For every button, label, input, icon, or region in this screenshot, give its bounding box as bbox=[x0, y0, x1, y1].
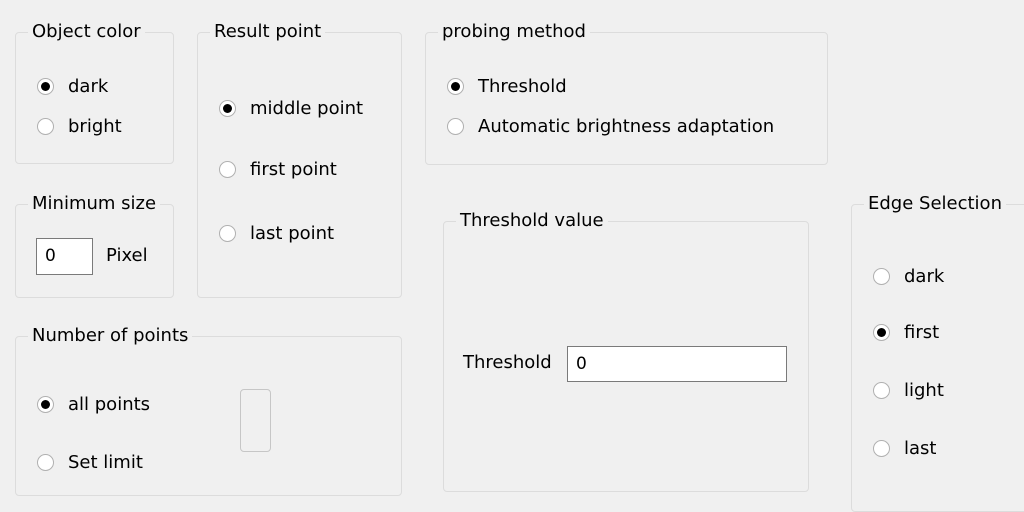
object-color-bright-radio[interactable]: bright bbox=[37, 116, 122, 137]
edge-selection-first-radio[interactable]: first bbox=[873, 322, 939, 343]
radio-indicator-icon bbox=[219, 161, 236, 178]
probing-method-title: probing method bbox=[438, 20, 590, 44]
radio-indicator-icon bbox=[219, 100, 236, 117]
radio-indicator-icon bbox=[447, 118, 464, 135]
radio-indicator-icon bbox=[37, 454, 54, 471]
radio-indicator-icon bbox=[37, 78, 54, 95]
radio-label: middle point bbox=[250, 98, 364, 119]
radio-label: Threshold bbox=[478, 76, 567, 97]
probing-method-group: probing method bbox=[425, 20, 828, 165]
radio-label: bright bbox=[68, 116, 122, 137]
radio-indicator-icon bbox=[873, 268, 890, 285]
radio-label: last bbox=[904, 438, 937, 459]
radio-label: light bbox=[904, 380, 944, 401]
radio-label: Automatic brightness adaptation bbox=[478, 116, 775, 137]
number-of-points-title: Number of points bbox=[28, 324, 193, 348]
edge-selection-last-radio[interactable]: last bbox=[873, 438, 936, 459]
radio-indicator-icon bbox=[37, 396, 54, 413]
all-points-radio[interactable]: all points bbox=[37, 394, 150, 415]
threshold-input[interactable]: 0 bbox=[567, 346, 787, 382]
result-point-middle-radio[interactable]: middle point bbox=[219, 98, 363, 119]
threshold-value-title: Threshold value bbox=[456, 209, 608, 233]
probing-threshold-radio[interactable]: Threshold bbox=[447, 76, 567, 97]
radio-label: last point bbox=[250, 223, 335, 244]
radio-indicator-icon bbox=[873, 382, 890, 399]
radio-label: first bbox=[904, 322, 940, 343]
radio-label: dark bbox=[904, 266, 945, 287]
radio-label: Set limit bbox=[68, 452, 143, 473]
radio-label: dark bbox=[68, 76, 109, 97]
set-limit-radio[interactable]: Set limit bbox=[37, 452, 143, 473]
edge-selection-title: Edge Selection bbox=[864, 192, 1006, 216]
threshold-label: Threshold bbox=[463, 352, 552, 373]
result-point-last-radio[interactable]: last point bbox=[219, 223, 334, 244]
radio-indicator-icon bbox=[873, 324, 890, 341]
point-limit-spinbox[interactable] bbox=[240, 389, 271, 452]
radio-label: first point bbox=[250, 159, 337, 180]
edge-selection-group: Edge Selection bbox=[851, 192, 1024, 512]
radio-indicator-icon bbox=[447, 78, 464, 95]
result-point-first-radio[interactable]: first point bbox=[219, 159, 337, 180]
minimum-size-input[interactable]: 0 bbox=[36, 238, 93, 275]
object-color-dark-radio[interactable]: dark bbox=[37, 76, 108, 97]
result-point-title: Result point bbox=[210, 20, 326, 44]
edge-selection-light-radio[interactable]: light bbox=[873, 380, 944, 401]
minimum-size-unit: Pixel bbox=[106, 245, 148, 266]
probing-automatic-radio[interactable]: Automatic brightness adaptation bbox=[447, 116, 774, 137]
radio-label: all points bbox=[68, 394, 151, 415]
radio-indicator-icon bbox=[873, 440, 890, 457]
radio-indicator-icon bbox=[37, 118, 54, 135]
minimum-size-title: Minimum size bbox=[28, 192, 161, 216]
object-color-group: Object color bbox=[15, 20, 174, 164]
object-color-title: Object color bbox=[28, 20, 145, 44]
edge-selection-dark-radio[interactable]: dark bbox=[873, 266, 944, 287]
radio-indicator-icon bbox=[219, 225, 236, 242]
